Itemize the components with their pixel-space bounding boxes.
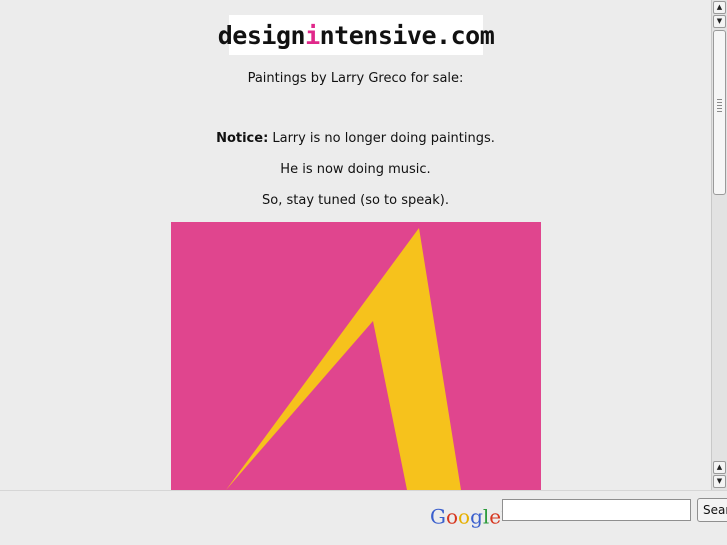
notice-label: Notice: (216, 131, 269, 146)
google-logo-letter: o (445, 504, 459, 529)
painting-background (171, 222, 541, 490)
logo-text-accent: i (305, 20, 320, 50)
notice-line: Notice: Larry is no longer doing paintin… (0, 131, 711, 146)
logo-text-part1: design (217, 20, 306, 50)
google-logo-letter: e (489, 504, 502, 529)
painting-image (171, 222, 541, 490)
music-line: He is now doing music. (280, 162, 431, 177)
scrollbar-grip-icon (717, 99, 722, 113)
scroll-up-arrow-icon[interactable]: ▲ (713, 1, 726, 14)
google-logo-letter: G (430, 504, 446, 529)
google-logo-letter: g (470, 504, 483, 529)
scrollbar-thumb[interactable] (713, 30, 726, 195)
vertical-scrollbar[interactable]: ▲ ▼ ▲ ▼ (711, 0, 727, 490)
scroll-up-arrow-icon[interactable]: ▲ (713, 461, 726, 474)
stay-tuned-line: So, stay tuned (so to speak). (262, 193, 449, 208)
notice-text: Larry is no longer doing paintings. (268, 131, 495, 146)
scroll-down-arrow-icon[interactable]: ▼ (713, 15, 726, 28)
page-subtitle: Paintings by Larry Greco for sale: (247, 71, 464, 86)
search-button[interactable]: Search (697, 498, 727, 522)
search-input[interactable] (502, 499, 691, 521)
painting-artwork (171, 222, 541, 490)
scroll-down-arrow-icon[interactable]: ▼ (713, 475, 726, 488)
google-logo-letter: o (458, 504, 471, 529)
logo-text-part2: ntensive.com (319, 20, 495, 50)
google-search-bar: Google™ Search (0, 490, 727, 545)
google-logo: Google™ (430, 500, 508, 529)
site-logo[interactable]: design i ntensive.com (218, 15, 495, 55)
page-viewport: design i ntensive.com Paintings by Larry G… (0, 0, 711, 490)
